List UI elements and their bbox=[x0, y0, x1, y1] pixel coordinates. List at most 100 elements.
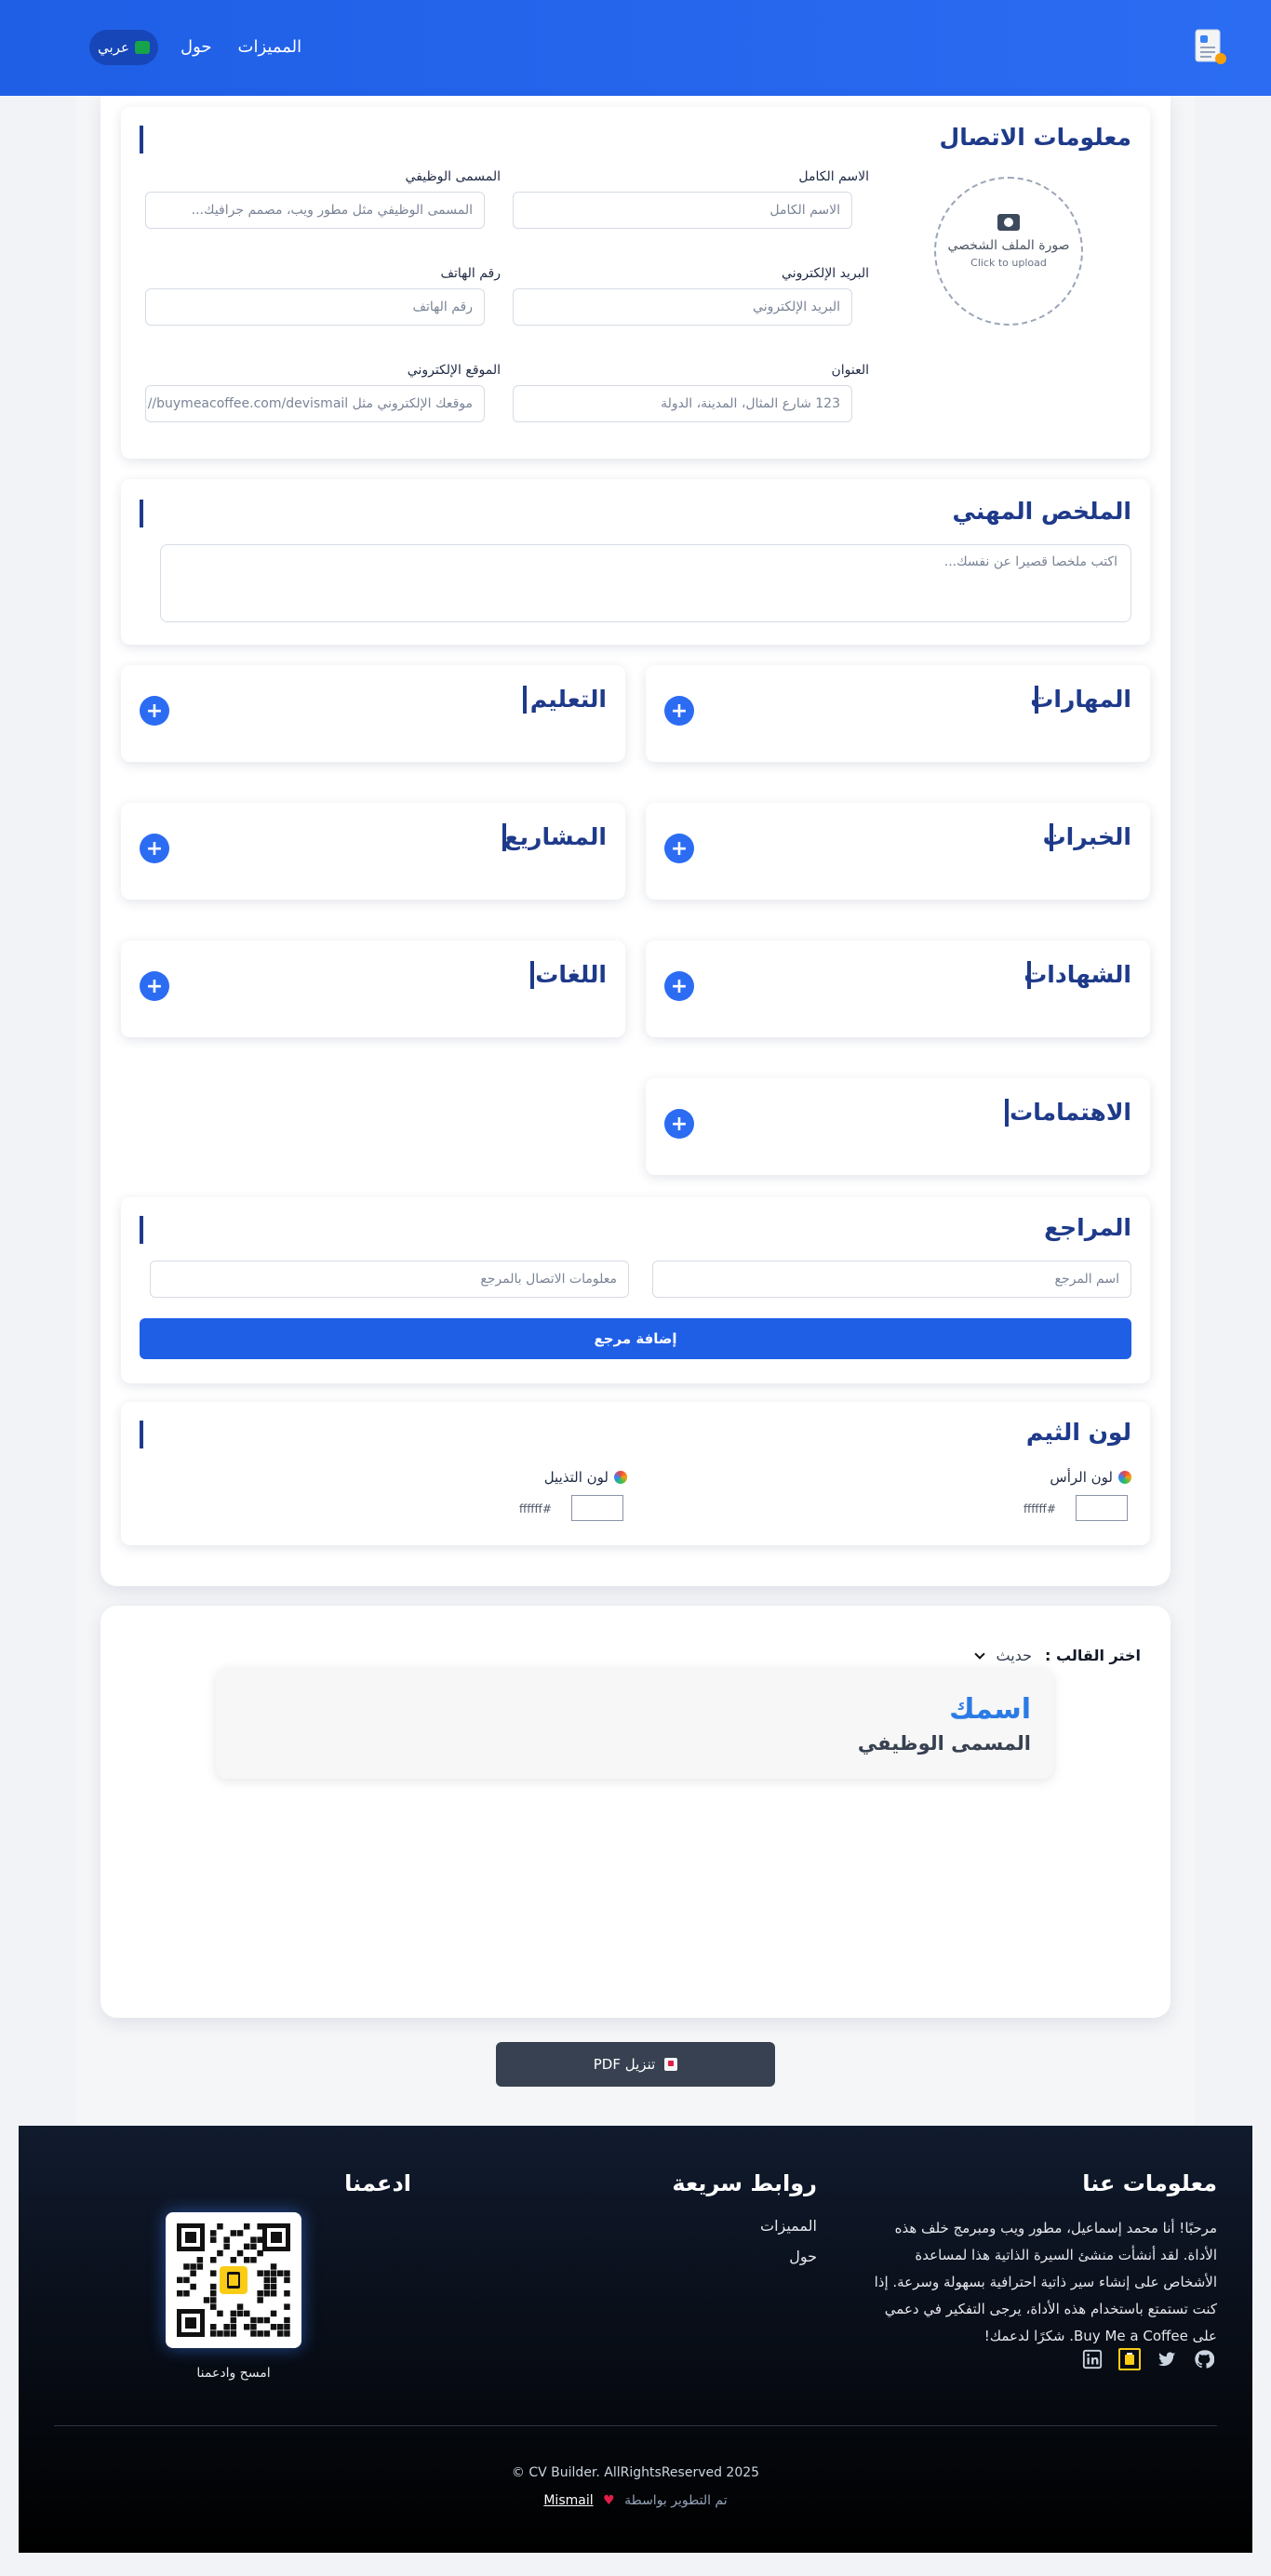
profile-photo-hint: Click to upload bbox=[970, 257, 1047, 269]
experience-card: الخبرات + bbox=[646, 803, 1150, 900]
job-title-field[interactable]: المسمى الوظيفي مثل مطور ويب، مصمم جرافيك… bbox=[145, 192, 485, 229]
flag-icon bbox=[134, 41, 150, 54]
summary-title: الملخص المهني bbox=[952, 498, 1131, 525]
nav-links: المميزات حول bbox=[181, 37, 301, 57]
profile-photo-label: صورة الملف الشخصي bbox=[947, 238, 1070, 253]
full-name-field[interactable]: الاسم الكامل bbox=[513, 192, 852, 229]
certificates-card: الشهادات + bbox=[646, 941, 1150, 1037]
experience-title: الخبرات bbox=[1042, 823, 1131, 850]
site-footer: معلومات عنا مرحبًا! أنا محمد إسماعيل، مط… bbox=[19, 2126, 1252, 2553]
website-field[interactable]: موقعك الإلكتروني مثل https://buymeacoffe… bbox=[145, 385, 485, 422]
add-language-button[interactable]: + bbox=[140, 971, 169, 1001]
add-reference-button[interactable]: إضافة مرجع bbox=[140, 1318, 1131, 1359]
email-field[interactable]: البريد الإلكتروني bbox=[513, 288, 852, 326]
download-pdf-button[interactable]: تنزيل PDF bbox=[496, 2042, 775, 2087]
reference-contact-input[interactable]: معلومات الاتصال بالمرجع bbox=[150, 1261, 629, 1298]
job-title-label: المسمى الوظيفي bbox=[405, 169, 501, 184]
address-field[interactable]: 123 شارع المثال، المدينة، الدولة bbox=[513, 385, 852, 422]
template-selector-value: حديث bbox=[996, 1647, 1032, 1664]
heart-icon: ♥ bbox=[603, 2493, 615, 2508]
projects-card: المشاريع + bbox=[121, 803, 625, 900]
section-accent-bar bbox=[140, 1421, 143, 1448]
palette-icon bbox=[614, 1471, 627, 1484]
top-navbar: المميزات حول عربي bbox=[0, 0, 1271, 96]
interests-card: الاهتمامات + bbox=[646, 1078, 1150, 1175]
credit-prefix: تم التطوير بواسطة bbox=[624, 2493, 728, 2508]
website-label: الموقع الإلكتروني bbox=[407, 363, 501, 378]
summary-textarea[interactable]: اكتب ملخصا قصيرا عن نفسك... bbox=[160, 544, 1131, 622]
contact-info-title: معلومات الاتصال bbox=[939, 124, 1131, 151]
template-selector[interactable]: اختر القالب : حديث bbox=[973, 1647, 1141, 1664]
section-accent-bar bbox=[502, 823, 506, 851]
full-name-label: الاسم الكامل bbox=[798, 169, 869, 184]
chevron-down-icon bbox=[973, 1648, 985, 1660]
cv-document-icon[interactable] bbox=[1193, 28, 1228, 67]
add-education-button[interactable]: + bbox=[140, 696, 169, 726]
developer-link[interactable]: Mismail bbox=[543, 2493, 593, 2508]
linkedin-icon[interactable] bbox=[1081, 2348, 1104, 2370]
references-card: المراجع اسم المرجع معلومات الاتصال بالمر… bbox=[121, 1197, 1150, 1383]
developer-credit: تم التطوير بواسطة ♥ Mismail bbox=[19, 2493, 1252, 2508]
pdf-icon bbox=[664, 2058, 678, 2071]
header-color-label-wrap: لون الرأس bbox=[1050, 1469, 1131, 1486]
language-switch-button[interactable]: عربي bbox=[89, 30, 158, 65]
languages-card: اللغات + bbox=[121, 941, 625, 1037]
nav-link-about[interactable]: حول bbox=[181, 37, 212, 57]
header-color-picker[interactable] bbox=[1076, 1495, 1128, 1521]
add-interest-button[interactable]: + bbox=[664, 1109, 694, 1139]
twitter-icon[interactable] bbox=[1156, 2348, 1178, 2370]
add-project-button[interactable]: + bbox=[140, 834, 169, 863]
footer-color-label-wrap: لون التذييل bbox=[544, 1469, 627, 1486]
footer-link-about[interactable]: حول bbox=[789, 2248, 817, 2265]
add-certificate-button[interactable]: + bbox=[664, 971, 694, 1001]
footer-divider bbox=[54, 2425, 1217, 2426]
cv-preview-name: اسمك bbox=[949, 1693, 1031, 1726]
phone-label: رقم الهاتف bbox=[440, 266, 501, 281]
address-label: العنوان bbox=[831, 363, 869, 378]
footer-color-picker[interactable] bbox=[571, 1495, 623, 1521]
skills-title: المهارات bbox=[1030, 686, 1131, 713]
footer-color-value: #ffffff bbox=[519, 1502, 552, 1515]
download-pdf-label: تنزيل PDF bbox=[593, 2056, 656, 2073]
add-skill-button[interactable]: + bbox=[664, 696, 694, 726]
github-icon[interactable] bbox=[1193, 2348, 1215, 2370]
about-heading: معلومات عنا bbox=[1082, 2170, 1217, 2196]
contact-info-card: معلومات الاتصال صورة الملف الشخصي Click … bbox=[121, 107, 1150, 459]
section-accent-bar bbox=[140, 1216, 143, 1244]
languages-title: اللغات bbox=[535, 961, 607, 988]
cv-preview-job-title: المسمى الوظيفي bbox=[857, 1732, 1031, 1755]
interests-title: الاهتمامات bbox=[1010, 1099, 1131, 1126]
copyright-text: CV Builder. AllRightsReserved 2025 © bbox=[511, 2465, 760, 2480]
certificates-title: الشهادات bbox=[1023, 961, 1131, 988]
section-accent-bar bbox=[1050, 823, 1053, 851]
education-card: التعليم + bbox=[121, 665, 625, 762]
palette-icon bbox=[1118, 1471, 1131, 1484]
nav-link-features[interactable]: المميزات bbox=[238, 37, 302, 57]
footer-color-label: لون التذييل bbox=[543, 1469, 609, 1486]
cv-editor-panel: معلومات الاتصال صورة الملف الشخصي Click … bbox=[100, 96, 1171, 1586]
profile-photo-upload[interactable]: صورة الملف الشخصي Click to upload bbox=[934, 177, 1083, 326]
section-accent-bar bbox=[140, 126, 143, 153]
section-accent-bar bbox=[140, 500, 143, 527]
camera-icon bbox=[997, 214, 1020, 231]
about-text: مرحبًا! أنا محمد إسماعيل، مطور ويب ومبرم… bbox=[874, 2220, 1217, 2344]
section-accent-bar bbox=[530, 961, 534, 989]
reference-name-input[interactable]: اسم المرجع bbox=[652, 1261, 1131, 1298]
references-title: المراجع bbox=[1044, 1214, 1131, 1241]
section-accent-bar bbox=[1035, 686, 1038, 714]
add-experience-button[interactable]: + bbox=[664, 834, 694, 863]
summary-card: الملخص المهني اكتب ملخصا قصيرا عن نفسك..… bbox=[121, 479, 1150, 645]
footer-link-features[interactable]: المميزات bbox=[760, 2217, 817, 2235]
section-accent-bar bbox=[1005, 1099, 1009, 1127]
buymeacoffee-icon[interactable] bbox=[1118, 2348, 1141, 2370]
quick-links-heading: روابط سريعة bbox=[672, 2170, 817, 2196]
theme-color-card: لون الثيم لون الرأس #ffffff لون التذييل … bbox=[121, 1402, 1150, 1545]
education-title: التعليم bbox=[529, 686, 607, 713]
support-heading: ادعمنا bbox=[344, 2170, 411, 2196]
projects-title: المشاريع bbox=[503, 823, 607, 850]
cv-preview-card: اسمك المسمى الوظيفي bbox=[216, 1667, 1053, 1779]
phone-field[interactable]: رقم الهاتف bbox=[145, 288, 485, 326]
qr-code-icon bbox=[177, 2223, 290, 2337]
support-qr-code[interactable] bbox=[166, 2212, 301, 2348]
header-color-label: لون الرأس bbox=[1050, 1469, 1113, 1486]
